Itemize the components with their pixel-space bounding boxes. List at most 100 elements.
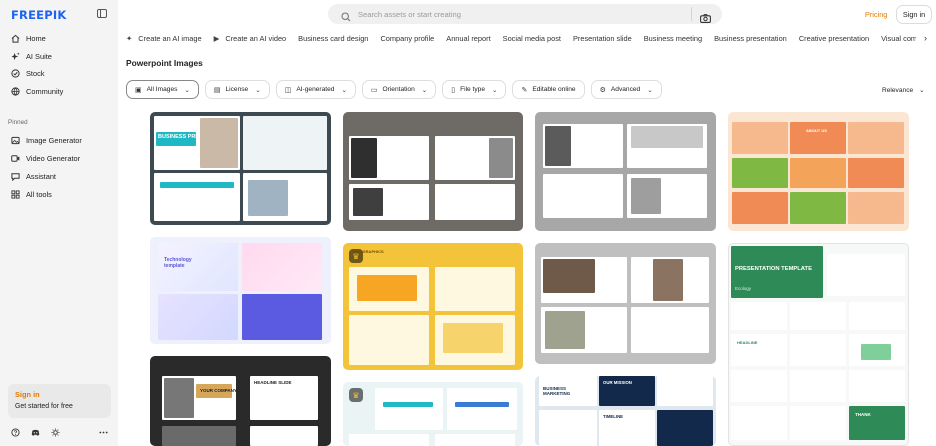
wand-icon: ✦ <box>126 33 133 43</box>
filter-file-type[interactable]: ▯ File type ⌄ <box>442 80 507 99</box>
filter-label: AI-generated <box>296 86 335 93</box>
sidebar-item-assistant[interactable]: Assistant <box>11 168 56 184</box>
result-title: ABOUT US <box>806 128 827 133</box>
sort-dropdown[interactable]: Relevance ⌄ <box>882 86 925 94</box>
result-title: INFOGRAPHICS <box>353 249 384 254</box>
result-title-2: OUR MISSION <box>603 380 632 385</box>
result-card[interactable]: BUSINESS PRESENTATION <box>150 112 331 225</box>
filter-all-images[interactable]: ▣ All Images ⌄ <box>126 80 199 99</box>
sidebar-item-video-generator[interactable]: Video Generator <box>11 150 80 166</box>
tag-company-profile[interactable]: Company profile <box>380 34 434 43</box>
tag-business-meeting[interactable]: Business meeting <box>644 34 702 43</box>
signin-button[interactable]: Sign in <box>896 5 932 24</box>
filter-advanced[interactable]: ⚙ Advanced ⌄ <box>590 80 662 99</box>
camera-icon[interactable] <box>700 10 711 23</box>
settings-icon: ⚙ <box>599 86 606 94</box>
sidebar-item-label: Home <box>26 33 46 43</box>
sidebar-item-label: AI Suite <box>26 51 52 61</box>
file-icon: ▯ <box>451 86 456 94</box>
sidebar-item-image-generator[interactable]: Image Generator <box>11 132 82 148</box>
sidebar-item-stock[interactable]: Stock <box>11 65 44 81</box>
assistant-icon <box>11 172 20 181</box>
home-icon <box>11 34 20 43</box>
more-icon[interactable] <box>99 428 108 437</box>
filter-ai-generated[interactable]: ◫ AI-generated ⌄ <box>275 80 356 99</box>
freepik-logo[interactable]: FREEPIK <box>11 8 66 22</box>
sidebar-item-label: Stock <box>26 68 45 78</box>
filter-orientation[interactable]: ▭ Orientation ⌄ <box>361 80 437 99</box>
theme-icon[interactable] <box>51 427 60 437</box>
sort-label: Relevance <box>882 87 914 94</box>
grid-icon <box>11 189 20 199</box>
result-card[interactable]: ABOUT US <box>728 112 909 231</box>
chevron-down-icon: ⌄ <box>341 86 347 94</box>
filter-label: License <box>225 86 249 93</box>
sidebar-item-ai-suite[interactable]: AI Suite <box>11 48 52 64</box>
tag-creative-presentation[interactable]: Creative presentation <box>799 34 869 43</box>
result-card[interactable] <box>535 112 716 231</box>
page-title: Powerpoint Images <box>126 58 203 68</box>
tag-business-presentation[interactable]: Business presentation <box>714 34 787 43</box>
search-divider <box>691 7 692 21</box>
video-generator-icon <box>11 154 20 163</box>
filter-bar: ▣ All Images ⌄ ▤ License ⌄ ◫ AI-generated ⌄ ▭ O… <box>126 80 668 100</box>
tags-next-chevron-icon[interactable]: › <box>924 33 927 43</box>
tag-create-ai-image[interactable]: ✦ Create an AI image <box>126 34 202 43</box>
result-card[interactable]: ♛ INFOGRAPHICS <box>343 243 523 370</box>
result-subtitle: Ecology <box>735 286 752 291</box>
chevron-down-icon: ⌄ <box>492 86 498 94</box>
video-icon: ▶ <box>213 33 220 43</box>
result-card[interactable]: ♛ <box>343 382 523 446</box>
sidebar-item-label: Community <box>26 86 64 96</box>
sidebar-footer <box>11 427 108 437</box>
sidebar-item-label: Assistant <box>26 171 56 181</box>
result-card[interactable] <box>343 112 523 231</box>
signin-promo-subtitle: Get started for free <box>15 403 73 410</box>
filter-editable-online[interactable]: ✎ Editable online <box>512 80 585 99</box>
tag-create-ai-video[interactable]: ▶ Create an AI video <box>214 34 287 43</box>
discord-icon[interactable] <box>31 428 40 437</box>
image-icon: ▣ <box>135 86 142 94</box>
sidebar-item-community[interactable]: Community <box>11 83 63 99</box>
result-title-2: HEADLINE SLIDE <box>254 380 292 385</box>
result-card[interactable]: Technology template <box>150 237 331 344</box>
result-card[interactable]: YOUR COMPANY HEADLINE SLIDE <box>150 356 331 446</box>
search-icon <box>341 9 351 22</box>
search-bar[interactable]: Search assets or start creating <box>328 4 722 24</box>
premium-crown-icon: ♛ <box>349 388 363 402</box>
chevron-down-icon: ⌄ <box>184 86 190 94</box>
tag-visual-communication[interactable]: Visual commu <box>881 34 916 43</box>
result-card[interactable]: BUSINESS MARKETING OUR MISSION TIMELINE <box>535 376 716 446</box>
filter-label: File type <box>460 86 486 93</box>
filter-label: Orientation <box>382 86 415 93</box>
chevron-down-icon: ⌄ <box>647 86 653 94</box>
filter-label: Editable online <box>532 86 576 93</box>
result-title-2: HEADLINE <box>737 340 758 345</box>
result-card[interactable] <box>535 243 716 364</box>
tag-presentation-slide[interactable]: Presentation slide <box>573 34 632 43</box>
signin-promo-card[interactable]: Sign in Get started for free <box>8 384 111 418</box>
suggestion-tags: ✦ Create an AI image ▶ Create an AI video … <box>126 30 916 46</box>
sidebar: FREEPIK Home AI Suite Stock Community Pi… <box>0 0 118 446</box>
sidebar-item-all-tools[interactable]: All tools <box>11 186 52 202</box>
tag-business-card-design[interactable]: Business card design <box>298 34 368 43</box>
stock-icon <box>11 68 20 78</box>
license-icon: ▤ <box>213 86 221 94</box>
result-card[interactable]: PRESENTATION TEMPLATE Ecology HEADLINE T… <box>728 243 909 446</box>
sidebar-item-label: Video Generator <box>26 153 81 163</box>
result-title: PRESENTATION TEMPLATE <box>735 266 812 272</box>
globe-icon <box>11 86 20 96</box>
result-title: Technology template <box>164 257 192 269</box>
tag-social-media-post[interactable]: Social media post <box>503 34 561 43</box>
sidebar-collapse-icon[interactable] <box>97 9 107 18</box>
help-icon[interactable] <box>11 427 20 437</box>
tag-annual-report[interactable]: Annual report <box>446 34 490 43</box>
signin-promo-title[interactable]: Sign in <box>15 390 104 399</box>
image-generator-icon <box>11 136 20 145</box>
filter-license[interactable]: ▤ License ⌄ <box>204 80 270 99</box>
pricing-link[interactable]: Pricing <box>865 10 887 19</box>
sidebar-item-home[interactable]: Home <box>11 30 46 46</box>
pinned-heading: Pinned <box>8 119 28 126</box>
chevron-down-icon: ⌄ <box>919 87 925 94</box>
search-input[interactable]: Search assets or start creating <box>358 10 691 19</box>
